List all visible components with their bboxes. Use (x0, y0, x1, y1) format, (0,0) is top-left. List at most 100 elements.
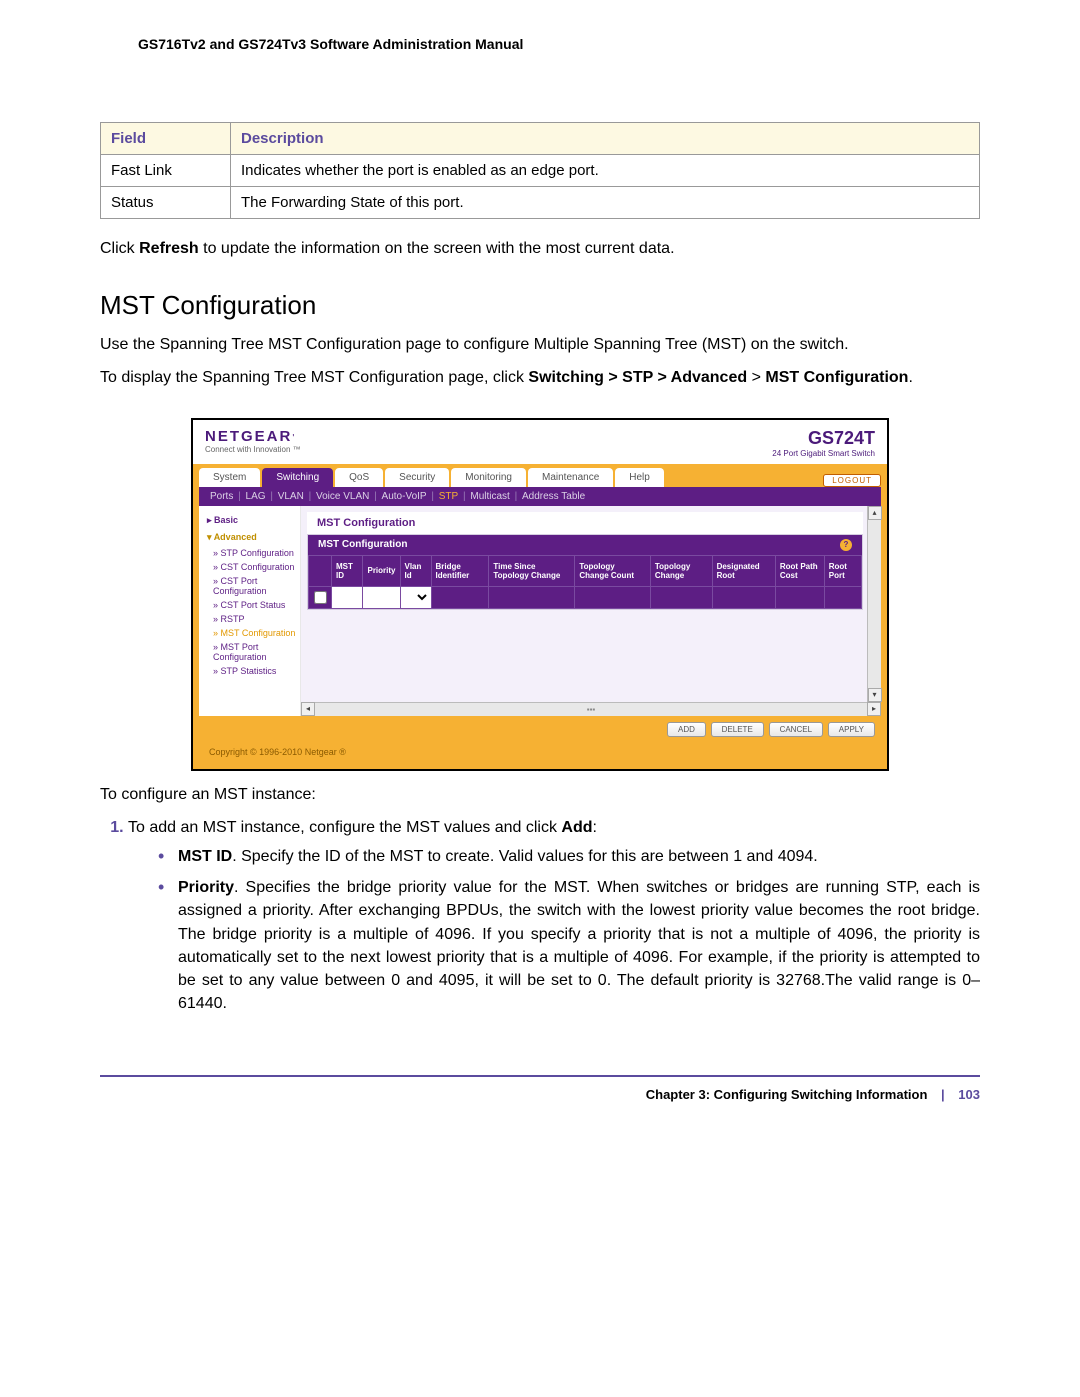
sidebar-item-mst-port-configuration[interactable]: » MST Port Configuration (199, 640, 300, 664)
sidebar-basic[interactable]: ▸ Basic (199, 512, 300, 529)
col-bridge-identifier: Bridge Identifier (431, 555, 489, 586)
cell-field-1: Status (101, 187, 231, 219)
nav-mid: > (747, 369, 765, 386)
subnav-vlan[interactable]: VLAN (278, 491, 304, 502)
nav-bold1: Switching > STP > Advanced (528, 369, 747, 386)
scroll-up-icon[interactable]: ▴ (868, 506, 882, 520)
nav-pre: To display the Spanning Tree MST Configu… (100, 369, 528, 386)
bullet-mst-id: MST ID. Specify the ID of the MST to cre… (158, 845, 980, 868)
tab-system[interactable]: System (199, 468, 260, 487)
cancel-button[interactable]: CANCEL (769, 722, 823, 737)
sidebar-advanced[interactable]: ▾ Advanced (199, 529, 300, 546)
top-tabs: System Switching QoS Security Monitoring… (199, 464, 881, 487)
brand-logo: NETGEAR (205, 428, 292, 445)
cell-desc-0: Indicates whether the port is enabled as… (231, 155, 980, 187)
col-time-since: Time Since Topology Change (489, 555, 575, 586)
cell-field-0: Fast Link (101, 155, 231, 187)
section-title: MST Configuration (100, 290, 980, 321)
tab-monitoring[interactable]: Monitoring (451, 468, 526, 487)
model-subtitle: 24 Port Gigabit Smart Switch (772, 449, 875, 458)
content-area: MST Configuration MST Configuration ? MS… (301, 506, 881, 716)
input-priority[interactable] (363, 586, 400, 608)
col-root-path-cost: Root Path Cost (775, 555, 824, 586)
brand-block: NETGEAR' Connect with Innovation ™ (205, 428, 301, 454)
sidebar-item-cst-port-configuration[interactable]: » CST Port Configuration (199, 574, 300, 598)
col-mst-id: MST ID (332, 555, 363, 586)
th-description: Description (231, 123, 980, 155)
col-root-port: Root Port (824, 555, 861, 586)
bullet-priority-bold: Priority (178, 879, 234, 896)
delete-button[interactable]: DELETE (711, 722, 764, 737)
bullet-priority-text: . Specifies the bridge priority value fo… (178, 879, 980, 1012)
col-topo-count: Topology Change Count (575, 555, 651, 586)
page-footer: Chapter 3: Configuring Switching Informa… (100, 1087, 980, 1102)
tab-help[interactable]: Help (615, 468, 664, 487)
subnav-autovoip[interactable]: Auto-VoIP (382, 491, 427, 502)
subnav-ports[interactable]: Ports (210, 491, 233, 502)
sidebar-item-stp-configuration[interactable]: » STP Configuration (199, 546, 300, 560)
subnav-lag[interactable]: LAG (246, 491, 266, 502)
main-area: ▸ Basic ▾ Advanced » STP Configuration »… (199, 506, 881, 716)
nav-bold2: MST Configuration (765, 369, 908, 386)
field-description-table: Field Description Fast Link Indicates wh… (100, 122, 980, 219)
copyright: Copyright © 1996-2010 Netgear ® (199, 743, 881, 763)
help-icon[interactable]: ? (840, 539, 852, 551)
panel-title: MST Configuration (307, 512, 863, 534)
step1-bullets: MST ID. Specify the ID of the MST to cre… (128, 845, 980, 1015)
input-mst-id[interactable] (332, 586, 363, 608)
steps-list: To add an MST instance, configure the MS… (100, 816, 980, 1016)
select-vlan-id[interactable] (402, 588, 430, 606)
sidebar-item-stp-statistics[interactable]: » STP Statistics (199, 664, 300, 678)
logout-button[interactable]: LOGOUT (823, 474, 881, 487)
tab-security[interactable]: Security (385, 468, 449, 487)
sidebar-item-rstp[interactable]: » RSTP (199, 612, 300, 626)
footer-sep: | (941, 1087, 945, 1102)
refresh-post: to update the information on the screen … (199, 240, 675, 257)
step1-pre: To add an MST instance, configure the MS… (128, 819, 561, 836)
vertical-scrollbar[interactable]: ▴ ▾ (867, 506, 881, 702)
brand-tagline: Connect with Innovation ™ (205, 445, 301, 454)
subnav-addresstable[interactable]: Address Table (522, 491, 585, 502)
scroll-down-icon[interactable]: ▾ (868, 688, 882, 702)
subnav-bar: Ports | LAG | VLAN | Voice VLAN | Auto-V… (199, 487, 881, 506)
subnav-stp[interactable]: STP (439, 491, 458, 502)
col-vlan-id: Vlan Id (400, 555, 431, 586)
embedded-ui: NETGEAR' Connect with Innovation ™ GS724… (191, 418, 889, 771)
subnav-voicevlan[interactable]: Voice VLAN (316, 491, 369, 502)
sidebar-item-cst-configuration[interactable]: » CST Configuration (199, 560, 300, 574)
step1-bold: Add (561, 819, 592, 836)
scroll-right-icon[interactable]: ▸ (867, 702, 881, 716)
sidebar: ▸ Basic ▾ Advanced » STP Configuration »… (199, 506, 301, 716)
horizontal-scrollbar[interactable]: ◂ ▪▪▪ ▸ (301, 702, 881, 716)
step-1: To add an MST instance, configure the MS… (128, 816, 980, 1016)
model-block: GS724T 24 Port Gigabit Smart Switch (772, 428, 875, 458)
subnav-multicast[interactable]: Multicast (470, 491, 509, 502)
tab-qos[interactable]: QoS (335, 468, 383, 487)
tab-switching[interactable]: Switching (262, 468, 333, 487)
intro-para: Use the Spanning Tree MST Configuration … (100, 333, 980, 356)
add-button[interactable]: ADD (667, 722, 706, 737)
mst-table: MST ID Priority Vlan Id Bridge Identifie… (308, 555, 862, 609)
refresh-note: Click Refresh to update the information … (100, 237, 980, 260)
footer-page-number: 103 (958, 1087, 980, 1102)
nav-post: . (908, 369, 912, 386)
panel-head-label: MST Configuration (318, 539, 407, 550)
col-priority: Priority (363, 555, 400, 586)
footer-divider (100, 1075, 980, 1077)
bullet-mst-id-bold: MST ID (178, 848, 232, 865)
bullet-mst-id-text: . Specify the ID of the MST to create. V… (232, 848, 818, 865)
tab-maintenance[interactable]: Maintenance (528, 468, 613, 487)
col-topo-change: Topology Change (650, 555, 712, 586)
ui-header: NETGEAR' Connect with Innovation ™ GS724… (193, 420, 887, 464)
row-checkbox[interactable] (314, 591, 327, 604)
bullet-priority: Priority. Specifies the bridge priority … (158, 876, 980, 1015)
sidebar-item-mst-configuration[interactable]: » MST Configuration (199, 626, 300, 640)
action-row: ADD DELETE CANCEL APPLY (199, 716, 881, 743)
scroll-left-icon[interactable]: ◂ (301, 702, 315, 716)
sidebar-item-cst-port-status[interactable]: » CST Port Status (199, 598, 300, 612)
apply-button[interactable]: APPLY (828, 722, 875, 737)
refresh-bold: Refresh (139, 240, 199, 257)
refresh-pre: Click (100, 240, 139, 257)
doc-header: GS716Tv2 and GS724Tv3 Software Administr… (138, 36, 980, 52)
footer-chapter: Chapter 3: Configuring Switching Informa… (646, 1087, 928, 1102)
